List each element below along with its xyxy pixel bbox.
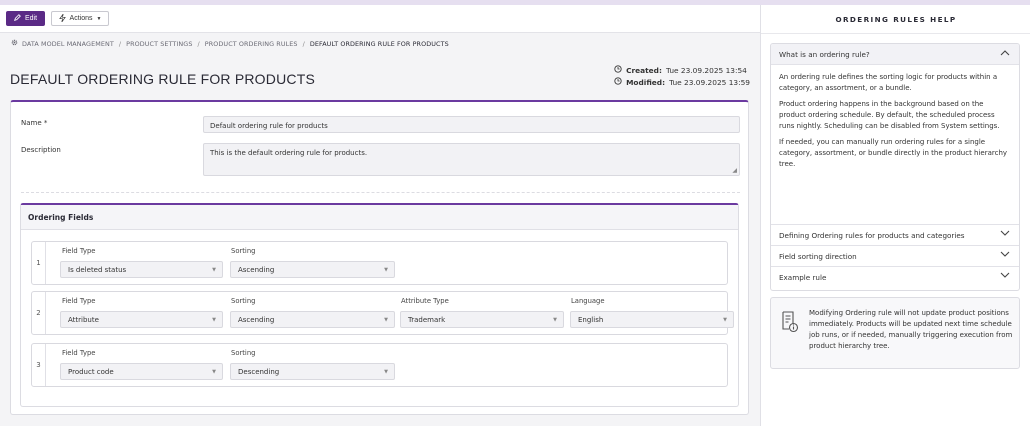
accordion-title: Example rule [779, 273, 827, 282]
ordering-field-row: 2 Field Type Attribute ▼ Sorting Ascendi… [31, 291, 734, 335]
info-document-icon [781, 311, 799, 333]
chevron-down-icon: ▼ [723, 317, 727, 323]
field-type-label: Field Type [62, 349, 96, 357]
chevron-down-icon: ▼ [384, 267, 388, 273]
chevron-down-icon [1000, 230, 1010, 240]
field-type-select[interactable]: Attribute ▼ [60, 311, 223, 328]
ordering-fields-title: Ordering Fields [21, 205, 738, 230]
sorting-value: Descending [238, 367, 280, 376]
chevron-down-icon: ▼ [212, 317, 216, 323]
rule-form-card: Name * Default ordering rule for product… [10, 100, 749, 415]
gear-icon [11, 39, 18, 48]
description-textarea[interactable]: This is the default ordering rule for pr… [203, 143, 740, 176]
ordering-field-row: 3 Field Type Product code ▼ Sorting Desc… [31, 343, 728, 387]
accordion-header-defining[interactable]: Defining Ordering rules for products and… [771, 225, 1019, 246]
edit-button-label: Edit [24, 15, 38, 22]
breadcrumb-item[interactable]: PRODUCT SETTINGS [126, 40, 192, 48]
timestamps: Created: Tue 23.09.2025 13:54 Modified: … [614, 64, 750, 88]
chevron-down-icon: ▼ [384, 369, 388, 375]
attribute-type-select[interactable]: Trademark ▼ [400, 311, 564, 328]
field-type-select[interactable]: Is deleted status ▼ [60, 261, 223, 278]
page-title: DEFAULT ORDERING RULE FOR PRODUCTS [10, 71, 315, 87]
sorting-select[interactable]: Ascending ▼ [230, 311, 395, 328]
actions-button[interactable]: Actions ▼ [51, 11, 109, 26]
sorting-value: Ascending [238, 265, 275, 274]
field-type-select[interactable]: Product code ▼ [60, 363, 223, 380]
accordion-title: Field sorting direction [779, 251, 857, 261]
caret-down-icon: ▼ [96, 15, 102, 22]
field-type-label: Field Type [62, 247, 96, 255]
chevron-down-icon: ▼ [384, 317, 388, 323]
help-sidebar: ORDERING RULES HELP What is an ordering … [760, 5, 1030, 426]
sorting-select[interactable]: Ascending ▼ [230, 261, 395, 278]
attribute-type-label: Attribute Type [401, 297, 449, 305]
breadcrumb-separator: / [302, 39, 305, 48]
breadcrumb-separator: / [197, 39, 200, 48]
sorting-label: Sorting [231, 349, 256, 357]
chevron-down-icon [1000, 272, 1010, 282]
toolbar: Edit Actions ▼ [0, 5, 760, 33]
field-type-value: Is deleted status [68, 265, 127, 274]
attribute-type-value: Trademark [408, 315, 446, 324]
row-number: 3 [32, 344, 46, 386]
chevron-down-icon [1000, 251, 1010, 261]
chevron-up-icon [1000, 49, 1010, 59]
accordion-title: Defining Ordering rules for products and… [779, 230, 965, 240]
modified-row: Modified: Tue 23.09.2025 13:59 [614, 76, 750, 88]
name-label: Name * [21, 119, 48, 127]
created-row: Created: Tue 23.09.2025 13:54 [614, 64, 750, 76]
language-value: English [578, 315, 604, 324]
sorting-label: Sorting [231, 297, 256, 305]
accordion-body-what-is: An ordering rule defines the sorting log… [771, 65, 1019, 225]
section-divider [21, 192, 740, 193]
chevron-down-icon: ▼ [553, 317, 557, 323]
description-label: Description [21, 146, 61, 154]
help-accordion: What is an ordering rule? An ordering ru… [770, 43, 1020, 291]
accordion-header-example[interactable]: Example rule [771, 267, 1019, 288]
accordion-header-what-is[interactable]: What is an ordering rule? [771, 44, 1019, 65]
description-text: This is the default ordering rule for pr… [210, 149, 368, 157]
info-note: Modifying Ordering rule will not update … [770, 297, 1020, 369]
edit-button[interactable]: Edit [6, 11, 45, 26]
field-type-value: Product code [68, 367, 114, 376]
lightning-icon [58, 13, 66, 24]
chevron-down-icon: ▼ [212, 369, 216, 375]
accordion-header-sorting-direction[interactable]: Field sorting direction [771, 246, 1019, 267]
modified-value: Tue 23.09.2025 13:59 [669, 77, 750, 87]
resize-handle-icon[interactable]: ◢ [732, 167, 737, 174]
row-number: 2 [32, 292, 46, 334]
ordering-field-row: 1 Field Type Is deleted status ▼ Sorting… [31, 241, 728, 285]
clock-icon [614, 65, 622, 75]
breadcrumb-current: DEFAULT ORDERING RULE FOR PRODUCTS [309, 39, 449, 48]
help-paragraph: An ordering rule defines the sorting log… [779, 73, 998, 92]
language-select[interactable]: English ▼ [570, 311, 734, 328]
help-paragraph: Product ordering happens in the backgrou… [779, 100, 1000, 130]
sorting-value: Ascending [238, 315, 275, 324]
created-label: Created: [626, 65, 662, 75]
help-title-divider [761, 33, 1030, 34]
actions-button-label: Actions [69, 15, 93, 22]
field-type-value: Attribute [68, 315, 99, 324]
accordion-title: What is an ordering rule? [779, 49, 870, 59]
pencil-icon [14, 14, 21, 23]
field-type-label: Field Type [62, 297, 96, 305]
help-title: ORDERING RULES HELP [835, 15, 957, 24]
chevron-down-icon: ▼ [212, 267, 216, 273]
language-label: Language [571, 297, 605, 305]
info-note-text: Modifying Ordering rule will not update … [809, 309, 1013, 350]
breadcrumb: DATA MODEL MANAGEMENT / PRODUCT SETTINGS… [11, 39, 449, 48]
breadcrumb-item[interactable]: PRODUCT ORDERING RULES [205, 40, 298, 48]
help-paragraph: If needed, you can manually run ordering… [779, 138, 1008, 168]
sorting-label: Sorting [231, 247, 256, 255]
breadcrumb-separator: / [118, 39, 122, 48]
clock-icon [614, 77, 622, 87]
sorting-select[interactable]: Descending ▼ [230, 363, 395, 380]
main-panel: Edit Actions ▼ DATA MODEL MANAGEMENT / P… [0, 5, 760, 426]
name-input[interactable]: Default ordering rule for products [203, 116, 740, 133]
row-number: 1 [32, 242, 46, 284]
created-value: Tue 23.09.2025 13:54 [665, 65, 747, 75]
breadcrumb-item[interactable]: DATA MODEL MANAGEMENT [22, 40, 114, 48]
ordering-fields-card: Ordering Fields 1 Field Type Is deleted … [20, 203, 739, 407]
modified-label: Modified: [626, 77, 666, 87]
